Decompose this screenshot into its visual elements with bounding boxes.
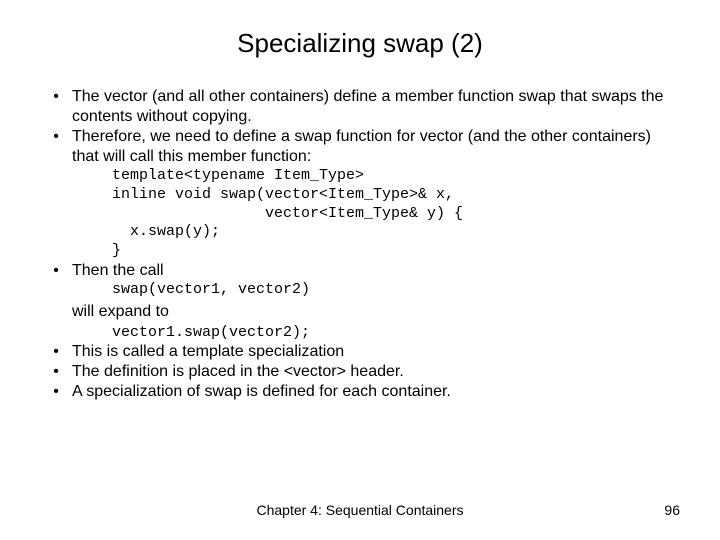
bullet-icon: •: [40, 87, 72, 107]
bullet-text: A specialization of swap is defined for …: [72, 382, 680, 402]
bullet-continuation: will expand to: [72, 302, 680, 322]
slide-body: • The vector (and all other containers) …: [40, 87, 680, 402]
bullet-icon: •: [40, 362, 72, 382]
bullet-icon: •: [40, 261, 72, 281]
bullet-text: This is called a template specialization: [72, 342, 680, 362]
footer-chapter: Chapter 4: Sequential Containers: [0, 502, 720, 518]
code-block: swap(vector1, vector2): [112, 281, 680, 300]
bullet-item: • The definition is placed in the <vecto…: [40, 362, 680, 382]
code-block: template<typename Item_Type> inline void…: [112, 167, 680, 261]
bullet-item: • Therefore, we need to define a swap fu…: [40, 127, 680, 167]
bullet-text: Therefore, we need to define a swap func…: [72, 127, 680, 167]
bullet-item: • This is called a template specializati…: [40, 342, 680, 362]
code-block: vector1.swap(vector2);: [112, 324, 680, 343]
bullet-item: • The vector (and all other containers) …: [40, 87, 680, 127]
bullet-text: The definition is placed in the <vector>…: [72, 362, 680, 382]
slide-title: Specializing swap (2): [40, 28, 680, 59]
page-number: 96: [664, 502, 680, 518]
bullet-icon: •: [40, 127, 72, 147]
bullet-item: • A specialization of swap is defined fo…: [40, 382, 680, 402]
slide: Specializing swap (2) • The vector (and …: [0, 0, 720, 540]
bullet-text: The vector (and all other containers) de…: [72, 87, 680, 127]
bullet-text: Then the call: [72, 261, 680, 281]
slide-footer: Chapter 4: Sequential Containers 96: [0, 502, 720, 518]
bullet-icon: •: [40, 342, 72, 362]
bullet-icon: •: [40, 382, 72, 402]
bullet-item: • Then the call: [40, 261, 680, 281]
